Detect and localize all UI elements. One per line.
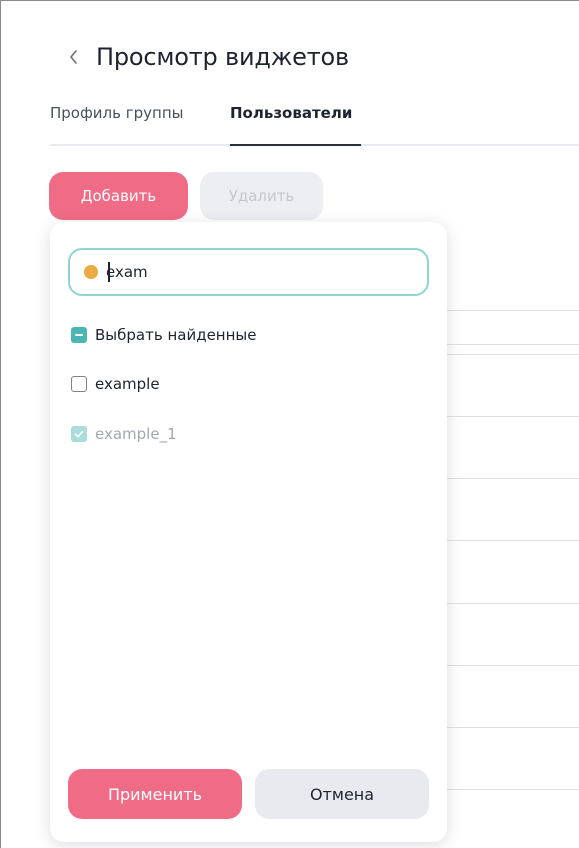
page-header: Просмотр виджетов [60, 40, 349, 74]
table-row-divider [446, 540, 579, 541]
option-label: example [95, 375, 160, 393]
select-found-checkbox[interactable]: Выбрать найденные [71, 323, 256, 347]
table-row-divider [446, 354, 579, 355]
option-example-1: example_1 [71, 422, 177, 446]
chevron-left-icon[interactable] [60, 43, 88, 71]
tab-group-profile[interactable]: Профиль группы [50, 104, 183, 122]
table-row-divider [446, 310, 579, 311]
search-field[interactable] [68, 248, 429, 296]
indeterminate-checkbox-icon[interactable] [71, 327, 87, 343]
cancel-button[interactable]: Отмена [255, 769, 429, 819]
window-border-left [0, 0, 1, 848]
tab-bar: Профиль группы Пользователи [50, 100, 579, 146]
table-row-divider [446, 478, 579, 479]
select-found-label: Выбрать найденные [95, 326, 257, 344]
active-tab-indicator [230, 144, 361, 146]
apply-button[interactable]: Применить [68, 769, 242, 819]
status-dot-icon [84, 265, 98, 279]
window-border-top [0, 0, 579, 1]
delete-button: Удалить [200, 172, 323, 220]
table-row-divider [446, 665, 579, 666]
table-row-divider [446, 416, 579, 417]
checkbox-icon[interactable] [71, 376, 87, 392]
page-title: Просмотр виджетов [96, 43, 349, 71]
checked-disabled-checkbox-icon [71, 426, 87, 442]
table-row-divider [446, 789, 579, 790]
tab-users[interactable]: Пользователи [230, 104, 352, 122]
table-row-divider [446, 727, 579, 728]
option-example[interactable]: example [71, 372, 160, 396]
search-input[interactable] [106, 263, 386, 281]
table-row-divider [446, 344, 579, 345]
add-users-popup: Выбрать найденные example example_1 Прим… [50, 222, 447, 842]
add-button[interactable]: Добавить [49, 172, 188, 220]
table-row-divider [446, 603, 579, 604]
option-label: example_1 [95, 425, 177, 443]
